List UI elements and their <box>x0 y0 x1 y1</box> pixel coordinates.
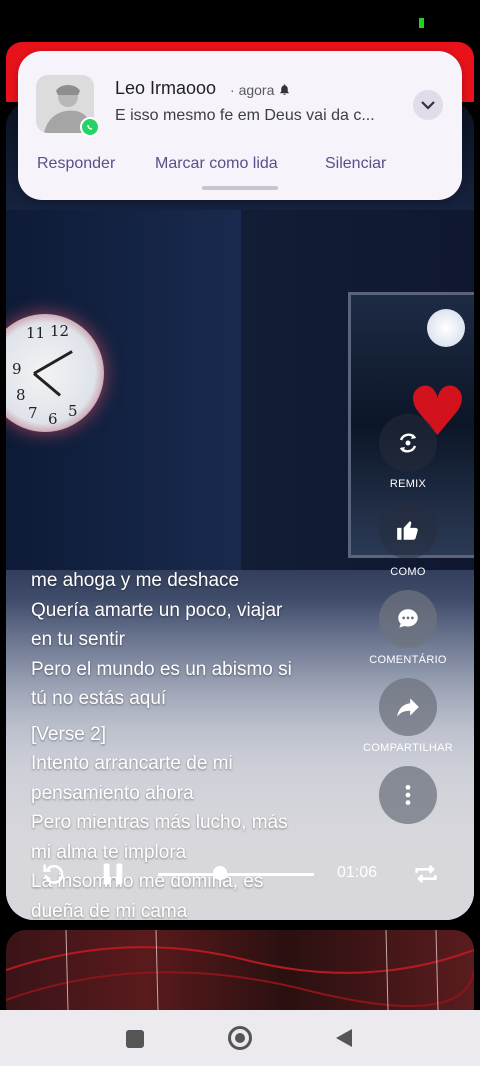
thumbs-up-icon <box>397 521 418 540</box>
bell-icon <box>280 84 290 95</box>
notification-meta: · agora <box>230 82 291 98</box>
back-button[interactable] <box>334 1027 354 1049</box>
lyric-line: Quería amarte un poco, viajar <box>31 599 283 621</box>
comment-label: COMENTÁRIO <box>369 654 447 666</box>
clock-hand <box>33 350 73 375</box>
mark-as-read-button[interactable]: Marcar como lida <box>155 155 278 173</box>
expand-button[interactable] <box>413 90 443 120</box>
whatsapp-icon <box>80 117 100 137</box>
clock-hand <box>33 372 62 397</box>
notification-message: E isso mesmo fe em Deus vai da c... <box>115 107 375 124</box>
repeat-icon <box>415 864 437 884</box>
lyric-line: Pero mientras más lucho, más <box>31 812 288 833</box>
notification-sender: Leo Irmaooo <box>115 78 217 98</box>
moon-image <box>427 309 465 347</box>
next-video-preview[interactable] <box>6 930 474 1010</box>
more-vertical-icon <box>405 785 411 805</box>
recents-button[interactable] <box>126 1030 144 1048</box>
video-card[interactable]: 11 12 9 8 7 6 5 ♥ me ahoga y me deshace … <box>6 100 474 920</box>
share-label: COMPARTILHAR <box>363 742 453 754</box>
clock-number: 6 <box>48 410 58 428</box>
share-button[interactable] <box>379 678 437 736</box>
like-label: COMO <box>390 566 426 578</box>
notification-drag-handle[interactable] <box>202 186 278 190</box>
comment-button[interactable] <box>379 590 437 648</box>
lyric-line: [Verse 2] <box>31 723 106 745</box>
home-button[interactable] <box>228 1026 252 1050</box>
lyric-line: tú no estás aquí <box>31 688 167 709</box>
more-options-button[interactable] <box>379 766 437 824</box>
system-navigation-bar <box>0 1010 480 1066</box>
remix-button[interactable] <box>379 414 437 472</box>
player-controls <box>6 860 474 900</box>
preview-lines-image <box>6 930 474 1010</box>
clock-number: 12 <box>50 322 70 340</box>
progress-track[interactable] <box>158 873 314 876</box>
chevron-down-icon <box>421 101 435 110</box>
clock-number: 7 <box>28 404 38 422</box>
remix-label: REMIX <box>389 478 427 490</box>
clock-number: 8 <box>16 386 26 404</box>
mute-button[interactable]: Silenciar <box>325 155 386 173</box>
loop-button[interactable] <box>412 860 440 888</box>
remix-icon <box>399 433 417 453</box>
lyric-line: Pero el mundo es un abismo si <box>31 658 292 680</box>
playback-time: 01:06 <box>337 864 378 881</box>
share-arrow-icon <box>397 698 419 717</box>
clock-number: 11 <box>26 324 46 342</box>
comment-icon <box>398 609 418 628</box>
reply-button[interactable]: Responder <box>37 155 115 173</box>
lyric-line: me ahoga y me deshace <box>31 570 240 591</box>
replay-button[interactable] <box>40 860 68 888</box>
replay-icon <box>43 864 64 884</box>
pause-button[interactable] <box>99 860 127 888</box>
lyric-line: en tu sentir <box>31 629 125 650</box>
meta-separator: · <box>230 82 235 98</box>
clock-number: 9 <box>12 360 22 378</box>
lyric-line: dueña de mi cama <box>31 900 188 921</box>
like-button[interactable] <box>379 501 437 559</box>
home-icon <box>235 1033 245 1043</box>
pause-icon <box>103 863 123 885</box>
status-bar <box>0 0 480 42</box>
whatsapp-notification[interactable]: Leo Irmaooo · agora E isso mesmo fe em D… <box>18 51 462 200</box>
lyric-line: Intento arrancarte de mi <box>31 753 233 774</box>
battery-indicator <box>419 18 424 28</box>
notification-time: agora <box>238 82 275 98</box>
lyric-line: pensamiento ahora <box>31 782 194 804</box>
clock-number: 5 <box>68 402 78 420</box>
